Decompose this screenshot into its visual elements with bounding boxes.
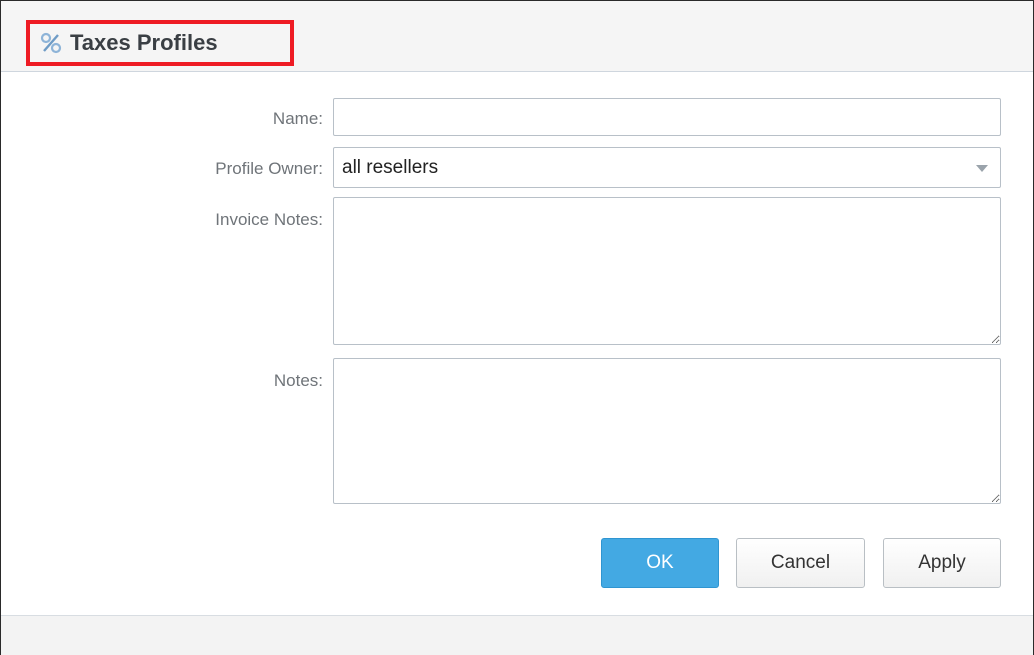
percent-icon <box>40 32 62 54</box>
title-highlight-box: Taxes Profiles <box>26 20 294 66</box>
dialog-title: Taxes Profiles <box>70 30 218 55</box>
cancel-button[interactable]: Cancel <box>736 538 865 588</box>
dialog-header: Taxes Profiles <box>1 1 1033 72</box>
profile-owner-select[interactable]: all resellers <box>333 147 1001 188</box>
notes-textarea[interactable] <box>333 358 1001 504</box>
ok-button[interactable]: OK <box>601 538 719 588</box>
invoice-notes-label: Invoice Notes: <box>215 210 323 229</box>
profile-owner-value: all resellers <box>342 156 439 178</box>
dialog-footer <box>1 615 1033 655</box>
invoice-notes-textarea[interactable] <box>333 197 1001 345</box>
name-input[interactable] <box>333 98 1001 136</box>
notes-label: Notes: <box>273 371 323 390</box>
taxes-profile-dialog: Taxes Profiles Name: Profile Owner: all … <box>0 0 1034 655</box>
apply-button[interactable]: Apply <box>883 538 1001 588</box>
name-label: Name: <box>272 109 323 128</box>
profile-owner-label: Profile Owner: <box>215 159 323 178</box>
chevron-down-icon[interactable] <box>976 165 988 172</box>
